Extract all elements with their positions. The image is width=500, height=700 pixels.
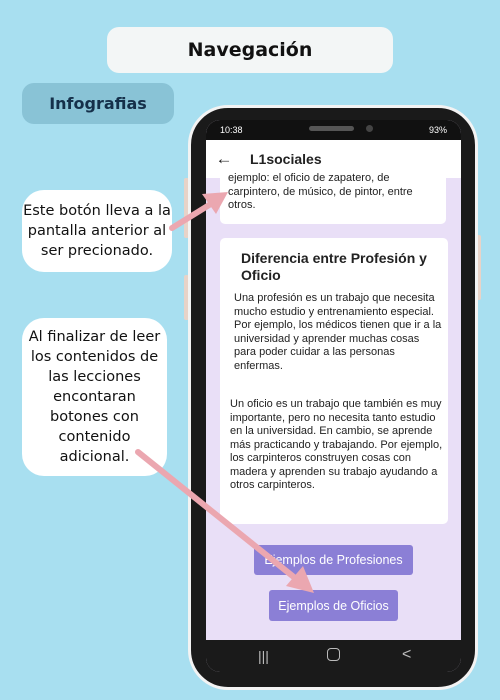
system-nav-bar: ||| < (206, 640, 461, 672)
trade-paragraph: Un oficio es un trabajo que también es m… (230, 398, 443, 491)
section-label: Infografias (22, 83, 174, 124)
lesson-card: Diferencia entre Profesión y Oficio Una … (220, 238, 448, 524)
battery-status: 93% (428, 125, 447, 135)
extra-content-note: Al finalizar de leer los contenidos de l… (22, 318, 167, 476)
phone-screen: 10:38 93% ← L1sociales ejemplo: el ofici… (206, 120, 461, 672)
page-title: Navegación (107, 27, 393, 73)
home-icon[interactable] (327, 648, 340, 661)
profession-paragraph: Una profesión es un trabajo que necesita… (234, 292, 442, 372)
camera-icon (366, 125, 373, 132)
app-title: L1sociales (250, 151, 322, 167)
status-bar: 10:38 93% (206, 120, 461, 140)
arrow-left-icon[interactable]: ← (206, 149, 242, 169)
professions-examples-button[interactable]: Ejemplos de Profesiones (254, 545, 413, 575)
recent-apps-icon[interactable]: ||| (258, 648, 269, 664)
previous-content-text: ejemplo: el oficio de zapatero, de carpi… (228, 172, 413, 211)
back-button-note: Este botón lleva a la pantalla anterior … (22, 190, 172, 272)
back-nav-icon[interactable]: < (402, 646, 411, 664)
lesson-card-title: Diferencia entre Profesión y Oficio (241, 250, 427, 283)
speaker-notch (309, 126, 354, 131)
trades-examples-button[interactable]: Ejemplos de Oficios (269, 590, 398, 621)
status-time: 10:38 (220, 125, 243, 135)
previous-content-card: ejemplo: el oficio de zapatero, de carpi… (220, 172, 446, 224)
